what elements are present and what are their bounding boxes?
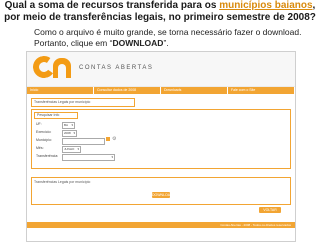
question-text-before: Qual a soma de recursos transferida para… <box>4 0 220 11</box>
question-heading: Qual a soma de recursos transferida para… <box>2 0 318 24</box>
gear-icon[interactable]: ⚙ <box>112 137 116 142</box>
site-navbar: Início Consultar dados de 2008 Downloads… <box>27 87 295 94</box>
note-download-keyword: DOWNLOAD <box>112 37 164 48</box>
uf-label: UF: <box>36 122 42 126</box>
site-logo-n-icon <box>53 58 71 78</box>
exercicio-label: Exercício: <box>36 130 52 134</box>
transferencia-select[interactable] <box>62 154 115 161</box>
pencil-icon[interactable] <box>106 137 110 141</box>
exercicio-select[interactable]: 2008 <box>62 130 77 137</box>
transferencia-label: Transferência: <box>36 154 59 158</box>
back-button[interactable]: VOLTAR <box>259 207 281 213</box>
site-brand: CONTAS ABERTAS <box>79 65 154 71</box>
question-highlight: municípios baianos <box>219 0 313 11</box>
form-row-municipio: Município: ⚙ <box>36 137 126 145</box>
municipio-input[interactable] <box>62 138 105 145</box>
site-banner: CONTAS ABERTAS <box>27 52 295 87</box>
municipio-label: Município: <box>36 138 52 142</box>
mes-label: Mês: <box>36 146 44 150</box>
uf-select[interactable]: BA <box>62 122 75 129</box>
mes-select[interactable]: JUNHO <box>62 146 81 153</box>
instruction-note: Como o arquivo é muito grande, se torna … <box>34 27 314 48</box>
nav-item-contact[interactable]: Fale com o Site <box>228 87 295 94</box>
nav-item-home[interactable]: Início <box>27 87 94 94</box>
search-panel: Pesquisar Info UF: BA Exercício: 2008 Mu… <box>31 109 291 169</box>
results-title: Transferências Legais por município <box>34 180 91 184</box>
site-footer: Contas Abertas - 2008 - Todos os direito… <box>27 222 295 228</box>
note-text-after: ”. <box>163 37 169 48</box>
embedded-screenshot: CONTAS ABERTAS Início Consultar dados de… <box>26 51 296 242</box>
nav-item-downloads[interactable]: Downloads <box>161 87 228 94</box>
nav-item-consultar[interactable]: Consultar dados de 2008 <box>94 87 161 94</box>
download-button[interactable]: DOWNLOAD <box>152 192 173 198</box>
breadcrumb: Transferências Legais por município <box>31 98 135 107</box>
results-panel: Transferências Legais por município DOWN… <box>31 177 291 205</box>
search-panel-title: Pesquisar Info <box>34 112 78 119</box>
